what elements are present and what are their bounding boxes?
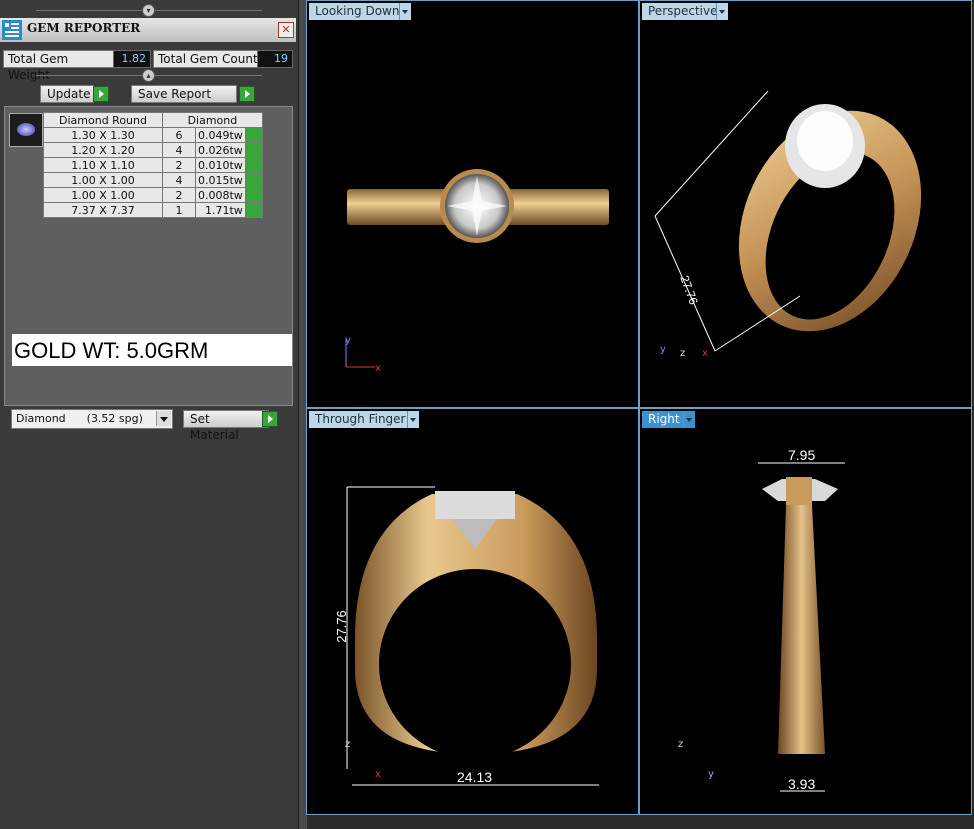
gem-weight-cell: 0.015tw [195, 172, 246, 188]
gem-reporter-logo-icon [2, 20, 22, 40]
gold-weight-text: GOLD WT: 5.0GRM [14, 338, 209, 363]
set-material-button[interactable]: Set Material [183, 410, 269, 442]
total-gem-count-value: 19 [257, 50, 293, 68]
collapse-arrow-icon[interactable]: ▴ [142, 69, 155, 82]
axis-label-x: x [702, 348, 708, 359]
collapse-arrow-icon[interactable]: ▾ [142, 4, 155, 17]
axis-label-z: z [680, 348, 686, 359]
material-select[interactable]: Diamond (3.52 spg) [11, 409, 173, 429]
play-arrow-icon[interactable] [244, 187, 263, 203]
gem-count-cell: 4 [162, 142, 196, 158]
ring-side-view [758, 462, 845, 792]
chevron-down-icon[interactable] [156, 411, 171, 426]
play-arrow-icon[interactable] [244, 142, 263, 158]
gold-weight-note: GOLD WT: 5.0GRM [12, 334, 292, 366]
play-arrow-icon[interactable] [244, 157, 263, 173]
gem-reporter-panel: ▾ GEM REPORTER ✕ Total Gem Weight 1.82 T… [0, 0, 298, 829]
gem-size-cell: 1.10 X 1.10 [43, 157, 163, 173]
gem-size-cell: 1.30 X 1.30 [43, 127, 163, 143]
gem-count-cell: 6 [162, 127, 196, 143]
gem-size-cell: 1.20 X 1.20 [43, 142, 163, 158]
diamond-gem-icon[interactable] [9, 113, 43, 147]
axis-label-y: y [345, 335, 351, 346]
axis-label-x: x [375, 363, 381, 374]
ring-front-view [346, 486, 599, 786]
gem-count-cell: 4 [162, 172, 196, 188]
save-report-button[interactable]: Save Report [131, 85, 237, 103]
table-row[interactable]: 1.00 X 1.00 4 0.015tw [43, 172, 263, 188]
gem-count-cell: 2 [162, 157, 196, 173]
total-gem-weight-label: Total Gem Weight [3, 50, 114, 82]
viewport-perspective[interactable]: Perspective 27.76 y z x [639, 0, 972, 408]
dimension-width: 24.13 [457, 769, 493, 785]
gem-weight-cell: 0.049tw [195, 127, 246, 143]
dimension-bottom: 3.93 [788, 776, 816, 792]
play-arrow-icon[interactable] [93, 86, 109, 102]
play-arrow-icon[interactable] [262, 411, 278, 427]
gem-count-cell: 2 [162, 187, 196, 203]
table-header: Diamond Round [43, 112, 163, 128]
gem-weight-cell: 1.71tw [195, 202, 246, 218]
panel-title: GEM REPORTER [27, 21, 141, 35]
dimension-height: 27.76 [333, 610, 349, 643]
play-arrow-icon[interactable] [244, 202, 263, 218]
play-arrow-icon[interactable] [244, 127, 263, 143]
gem-table: Diamond Round Diamond 1.30 X 1.30 6 0.04… [43, 112, 263, 218]
gem-size-cell: 1.00 X 1.00 [43, 187, 163, 203]
table-row[interactable]: 1.20 X 1.20 4 0.026tw [43, 142, 263, 158]
axis-label-x: x [375, 769, 381, 780]
table-header-row: Diamond Round Diamond [43, 112, 263, 128]
table-row[interactable]: 1.30 X 1.30 6 0.049tw [43, 127, 263, 143]
total-gem-weight-value: 1.82 [113, 50, 151, 68]
close-icon[interactable]: ✕ [278, 22, 294, 38]
axis-label-y: y [708, 769, 714, 780]
viewport-through-finger[interactable]: Through Finger 27.76 24.13 z x [306, 408, 639, 815]
panel-titlebar: GEM REPORTER ✕ [0, 18, 296, 42]
table-row[interactable]: 1.00 X 1.00 2 0.008tw [43, 187, 263, 203]
axis-label-y: y [660, 344, 666, 355]
material-select-value: Diamond (3.52 spg) [16, 412, 143, 425]
play-arrow-icon[interactable] [239, 86, 255, 102]
gem-weight-cell: 0.008tw [195, 187, 246, 203]
dimension-top: 7.95 [788, 447, 816, 463]
gem-size-cell: 7.37 X 7.37 [43, 202, 163, 218]
update-button[interactable]: Update [40, 85, 94, 103]
viewport-right[interactable]: Right 7.95 3.93 z y [639, 408, 972, 815]
axis-label-z: z [345, 739, 351, 750]
table-header: Diamond [162, 112, 263, 128]
table-row[interactable]: 7.37 X 7.37 1 1.71tw [43, 202, 263, 218]
gem-weight-cell: 0.010tw [195, 157, 246, 173]
gem-count-cell: 1 [162, 202, 196, 218]
table-row[interactable]: 1.10 X 1.10 2 0.010tw [43, 157, 263, 173]
total-gem-count-label: Total Gem Count [153, 50, 264, 68]
ring-perspective-view [654, 90, 922, 352]
gem-size-cell: 1.00 X 1.00 [43, 172, 163, 188]
axis-label-z: z [678, 739, 684, 750]
viewport-looking-down[interactable]: Looking Down y x [306, 0, 639, 408]
gem-weight-cell: 0.026tw [195, 142, 246, 158]
play-arrow-icon[interactable] [244, 172, 263, 188]
